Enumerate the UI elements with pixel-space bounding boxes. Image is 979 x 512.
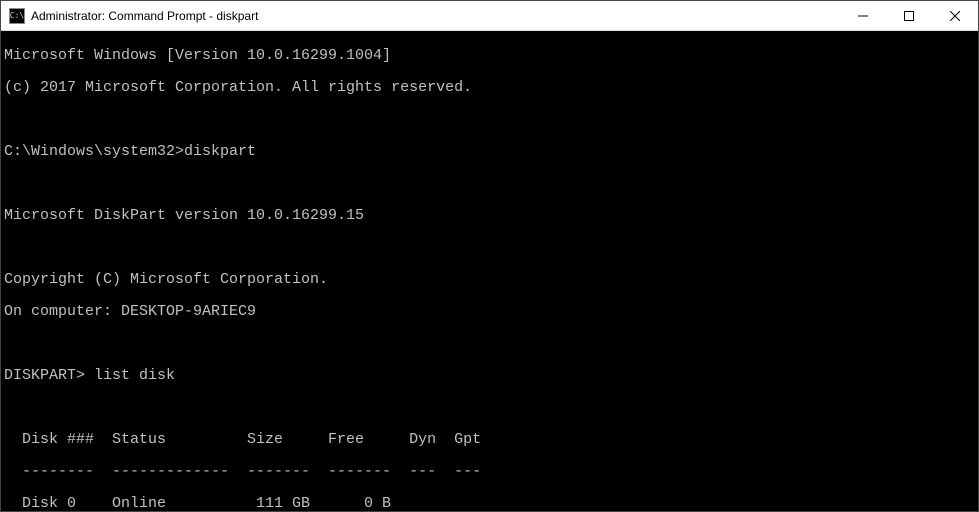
minimize-button[interactable]	[840, 1, 886, 30]
diskpart-copyright: Copyright (C) Microsoft Corporation.	[4, 272, 975, 288]
command-text: list disk	[94, 367, 175, 384]
terminal-area[interactable]: Microsoft Windows [Version 10.0.16299.10…	[1, 31, 978, 511]
command-text: diskpart	[184, 143, 256, 160]
table-divider: -------- ------------- ------- ------- -…	[4, 464, 975, 480]
command-prompt-window: C:\ Administrator: Command Prompt - disk…	[0, 0, 979, 512]
blank-line	[4, 336, 975, 352]
maximize-button[interactable]	[886, 1, 932, 30]
diskpart-computer: On computer: DESKTOP-9ARIEC9	[4, 304, 975, 320]
blank-line	[4, 400, 975, 416]
window-controls	[840, 1, 978, 30]
app-icon-glyph: C:\	[10, 12, 24, 20]
prompt-line: DISKPART> list disk	[4, 368, 975, 384]
minimize-icon	[858, 11, 868, 21]
blank-line	[4, 112, 975, 128]
prompt-line: C:\Windows\system32>diskpart	[4, 144, 975, 160]
diskpart-prompt: DISKPART>	[4, 367, 85, 384]
banner-line: (c) 2017 Microsoft Corporation. All righ…	[4, 80, 975, 96]
table-header: Disk ### Status Size Free Dyn Gpt	[4, 432, 975, 448]
blank-line	[4, 240, 975, 256]
app-icon: C:\	[9, 8, 25, 24]
prompt-path: C:\Windows\system32>	[4, 143, 184, 160]
window-title: Administrator: Command Prompt - diskpart	[31, 9, 258, 23]
table-row: Disk 0 Online 111 GB 0 B	[4, 496, 975, 511]
banner-line: Microsoft Windows [Version 10.0.16299.10…	[4, 48, 975, 64]
blank-line	[4, 176, 975, 192]
close-button[interactable]	[932, 1, 978, 30]
close-icon	[950, 11, 960, 21]
diskpart-version: Microsoft DiskPart version 10.0.16299.15	[4, 208, 975, 224]
titlebar[interactable]: C:\ Administrator: Command Prompt - disk…	[1, 1, 978, 31]
maximize-icon	[904, 11, 914, 21]
